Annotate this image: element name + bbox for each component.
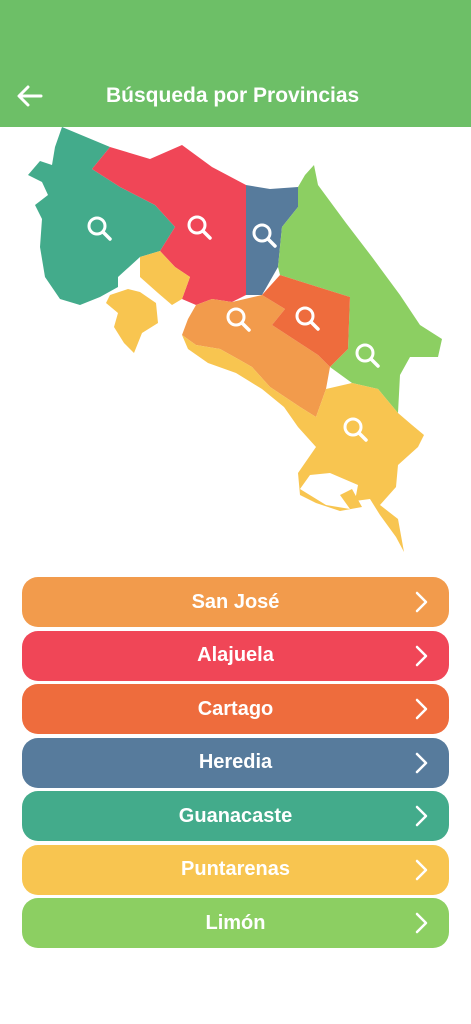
- app-bar: Búsqueda por Provincias: [0, 0, 471, 127]
- province-label: San José: [191, 590, 280, 613]
- chevron-right-icon: [415, 912, 428, 934]
- costa-rica-map: [28, 127, 442, 552]
- page-title: Búsqueda por Provincias: [106, 84, 360, 107]
- province-button-alajuela[interactable]: Alajuela: [22, 630, 449, 681]
- back-button[interactable]: [10, 78, 50, 114]
- province-label: Limón: [205, 911, 266, 934]
- province-label: Cartago: [197, 697, 274, 720]
- province-button-san-jose[interactable]: San José: [22, 577, 449, 627]
- chevron-right-icon: [415, 591, 428, 613]
- province-button-limon[interactable]: Limón: [22, 898, 449, 948]
- chevron-right-icon: [415, 698, 428, 720]
- chevron-right-icon: [415, 805, 428, 827]
- province-label: Heredia: [198, 751, 273, 773]
- province-label: Guanacaste: [178, 804, 293, 827]
- province-button-puntarenas[interactable]: Puntarenas: [22, 844, 449, 895]
- province-list: San José Alajuela Cartago Heredia Guanac…: [22, 577, 449, 952]
- chevron-right-icon: [415, 752, 428, 773]
- province-button-guanacaste[interactable]: Guanacaste: [22, 791, 449, 841]
- province-button-heredia[interactable]: Heredia: [22, 737, 449, 788]
- chevron-right-icon: [415, 859, 428, 880]
- region-puntarenas-nicoya[interactable]: [106, 289, 158, 353]
- arrow-left-icon: [17, 85, 43, 107]
- province-button-cartago[interactable]: Cartago: [22, 684, 449, 734]
- province-label: Alajuela: [197, 644, 274, 666]
- chevron-right-icon: [415, 645, 428, 666]
- province-label: Puntarenas: [181, 858, 290, 880]
